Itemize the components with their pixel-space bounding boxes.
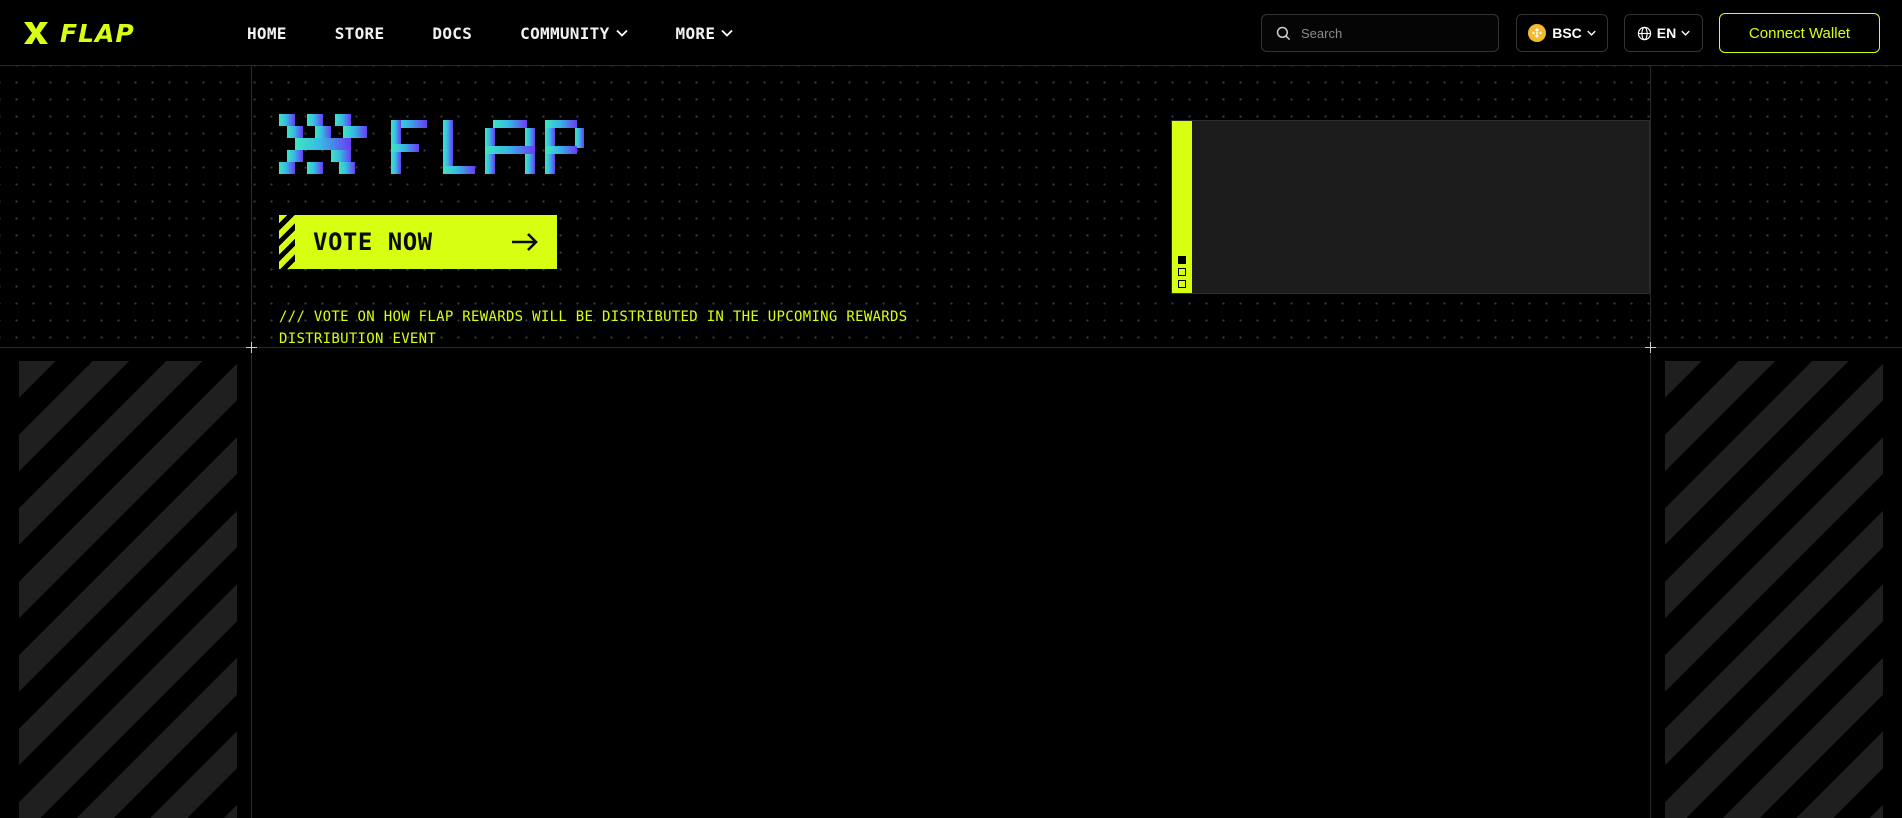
globe-icon — [1637, 26, 1651, 40]
chevron-down-icon — [1681, 30, 1690, 36]
flap-x-icon — [24, 22, 48, 44]
vote-now-button[interactable]: VOTE NOW — [279, 215, 557, 269]
chevron-down-icon — [615, 29, 628, 37]
right-stripe-panel — [1665, 361, 1883, 818]
chevron-down-icon — [1587, 30, 1596, 36]
search-icon — [1276, 26, 1291, 40]
arrow-right-icon — [512, 233, 538, 251]
brand-logo[interactable]: FLAP — [22, 18, 135, 48]
main-menu: HOME STORE DOCS COMMUNITY MORE — [247, 0, 781, 66]
nav-more[interactable]: MORE — [676, 24, 734, 43]
banner-carousel[interactable] — [1171, 120, 1650, 294]
flap-pixel-logo — [279, 114, 584, 174]
vote-now-label: VOTE NOW — [313, 228, 433, 256]
button-stripes — [279, 215, 295, 269]
carousel-indicator-1[interactable] — [1178, 256, 1186, 264]
grid-divider — [251, 66, 252, 818]
left-stripe-panel — [19, 361, 237, 818]
hero-description: /// VOTE ON HOW FLAP REWARDS WILL BE DIS… — [279, 309, 908, 347]
nav-home[interactable]: HOME — [247, 24, 287, 43]
language-label: EN — [1656, 25, 1677, 41]
crosshair-mark — [246, 342, 257, 353]
crosshair-mark — [1645, 342, 1656, 353]
nav-community[interactable]: COMMUNITY — [520, 24, 628, 43]
chevron-down-icon — [721, 29, 733, 37]
chain-selector[interactable]: BSC — [1516, 14, 1608, 52]
nav-docs[interactable]: DOCS — [432, 24, 472, 43]
connect-wallet-button[interactable]: Connect Wallet — [1719, 13, 1880, 53]
carousel-rail — [1172, 121, 1192, 293]
search-box[interactable] — [1261, 14, 1499, 52]
nav-store[interactable]: STORE — [335, 24, 385, 43]
search-input[interactable] — [1299, 24, 1483, 42]
hero-logo — [279, 114, 584, 180]
carousel-indicator-2[interactable] — [1178, 268, 1186, 276]
grid-divider — [1650, 66, 1651, 818]
brand-name: FLAP — [60, 18, 135, 48]
bnb-coin-icon — [1528, 24, 1547, 42]
carousel-indicator-3[interactable] — [1178, 280, 1186, 288]
chain-label: BSC — [1552, 25, 1582, 41]
top-navbar: FLAP HOME STORE DOCS COMMUNITY MORE BSC — [0, 0, 1902, 66]
language-selector[interactable]: EN — [1624, 14, 1703, 52]
